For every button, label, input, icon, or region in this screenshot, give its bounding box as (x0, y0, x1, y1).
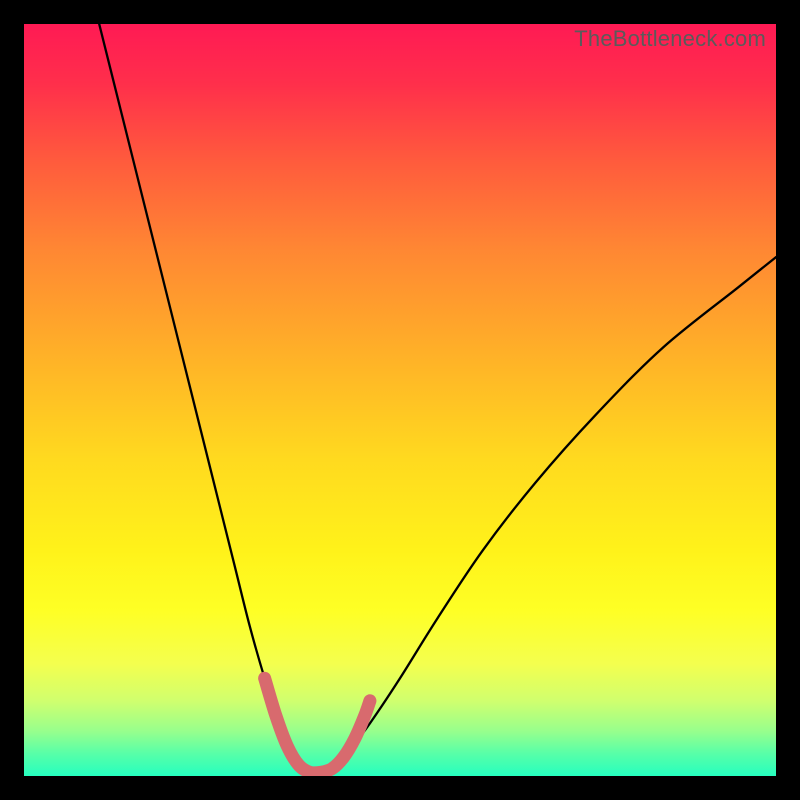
bottleneck-curve-plot (24, 24, 776, 776)
tolerance-band-path (265, 678, 370, 773)
chart-area: TheBottleneck.com (24, 24, 776, 776)
left-branch-path (99, 24, 302, 772)
right-branch-path (332, 257, 776, 772)
